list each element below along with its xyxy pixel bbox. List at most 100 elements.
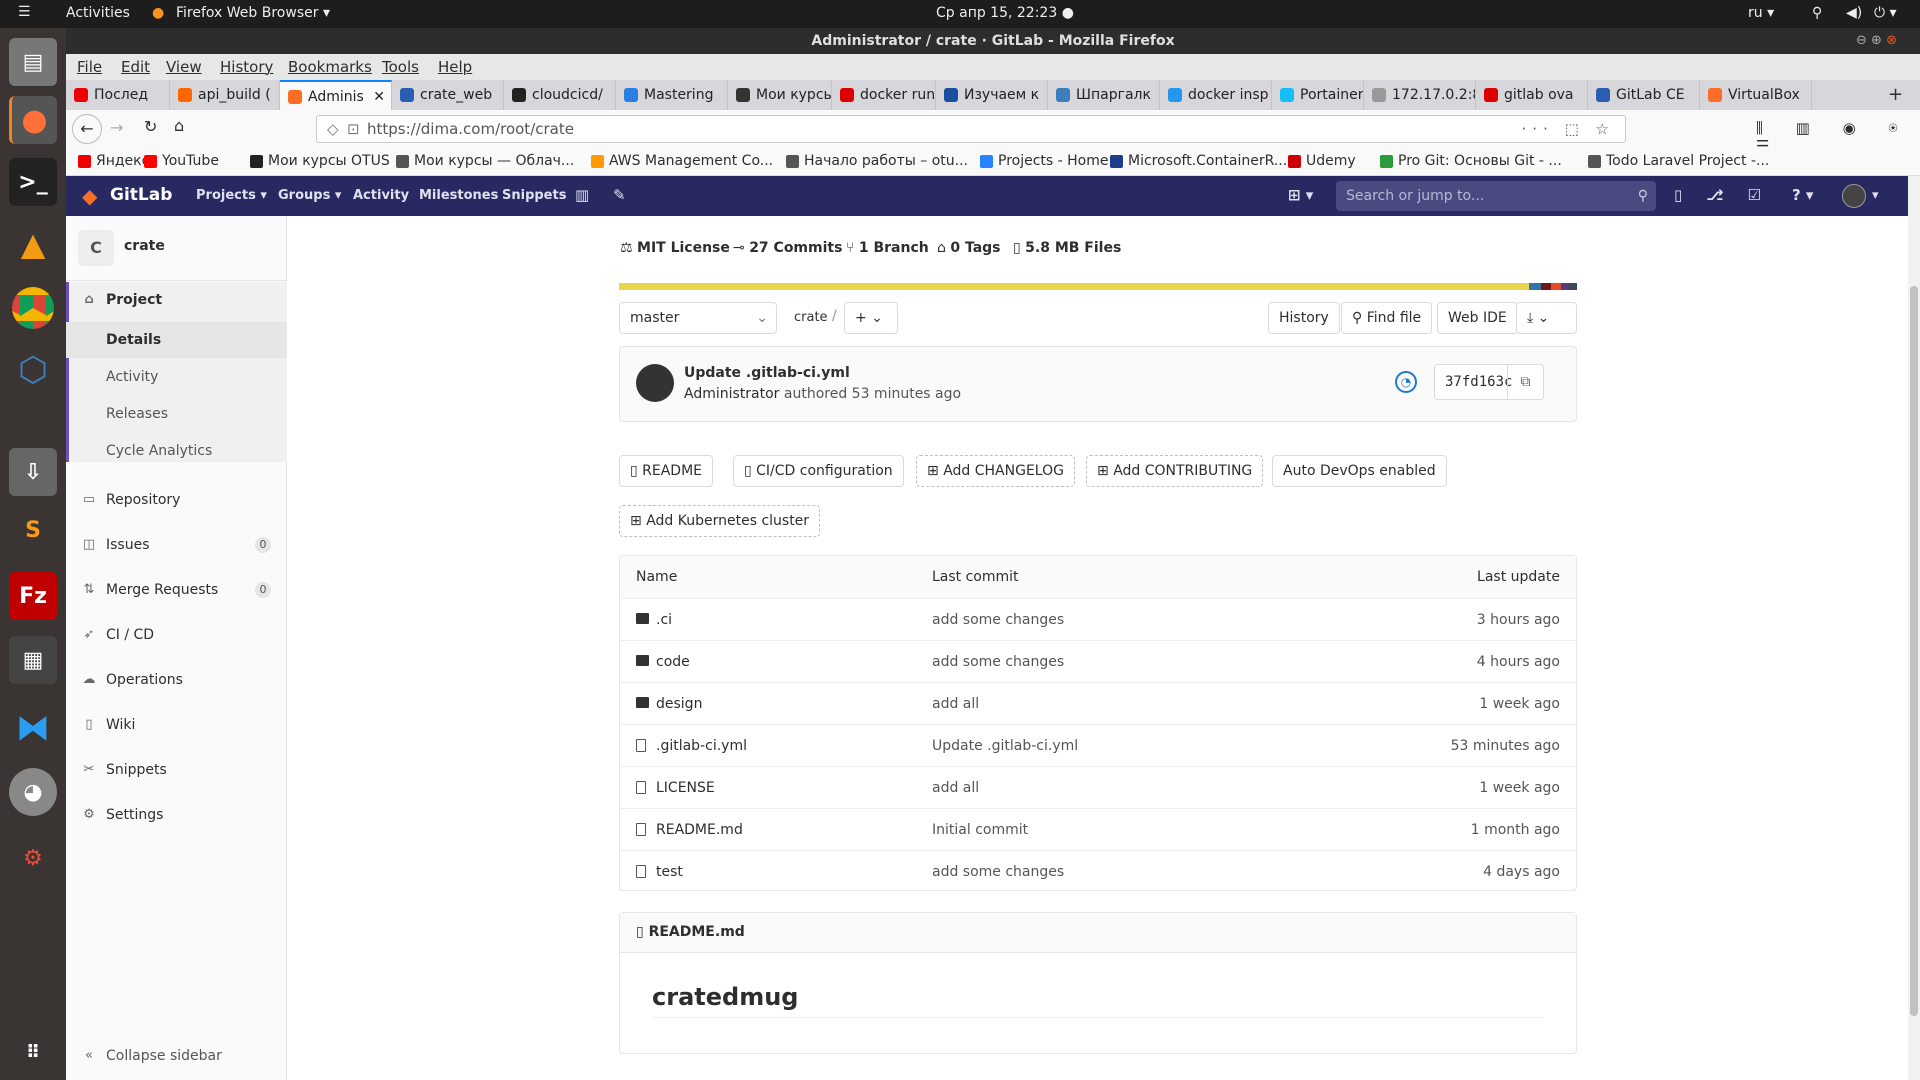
search-input[interactable]: Search or jump to... ⚲ [1336,181,1656,211]
scrollbar-thumb[interactable] [1910,286,1918,1016]
admin-wrench-icon[interactable]: ✎ [613,186,626,204]
commit-message-link[interactable]: add some changes [932,641,1064,683]
avatar[interactable] [1842,184,1866,208]
bookmark-item[interactable]: AWS Management Co... [591,153,773,169]
table-row[interactable]: .ci add some changes 3 hours ago [620,598,1576,640]
project-name[interactable]: crate [124,238,165,254]
add-changelog-button[interactable]: ⊞ Add CHANGELOG [916,455,1075,487]
table-row[interactable]: .gitlab-ci.yml Update .gitlab-ci.yml 53 mi… [620,724,1576,766]
gitlab-logo-text[interactable]: GitLab [110,185,172,205]
bookmark-item[interactable]: Мои курсы OTUS [250,153,390,169]
commit-sha[interactable]: 37fd163c ⧉ [1434,364,1544,400]
window-controls[interactable]: ⊖ ⊕ ⊗ [1856,33,1897,48]
activities-button[interactable]: Activities [66,5,130,21]
collapse-sidebar-button[interactable]: «Collapse sidebar [66,1038,287,1074]
browser-tab[interactable]: Изучаем к [936,80,1048,110]
system-menu-icon[interactable]: ☰ [18,4,31,20]
insecure-lock-icon[interactable]: ⊡ [347,116,360,142]
browser-tab[interactable]: 172.17.0.2:80 [1364,80,1476,110]
browser-tab[interactable]: GitLab CE [1588,80,1700,110]
lang-segment[interactable] [619,283,1529,290]
table-row[interactable]: code add some changes 4 hours ago [620,640,1576,682]
commit-author-link[interactable]: Administrator [684,386,779,402]
browser-tab[interactable]: Шпаргалк [1048,80,1160,110]
sidebar-item-issues[interactable]: ◫ Issues 0 [66,527,287,563]
browser-tab[interactable]: VirtualBox [1700,80,1812,110]
browser-tab[interactable]: docker insp [1160,80,1272,110]
repository-language-bar[interactable] [619,283,1577,290]
file-name-link[interactable]: .gitlab-ci.yml [656,725,747,767]
add-contributing-button[interactable]: ⊞ Add CONTRIBUTING [1086,455,1264,487]
gimp-icon[interactable]: ◕ [9,768,57,816]
settings-tools-icon[interactable]: ⚙ [9,834,57,882]
browser-tab[interactable]: gitlab ova [1476,80,1588,110]
lang-segment[interactable] [1561,283,1569,290]
sidebar-item-wiki[interactable]: ▯ Wiki [66,707,287,743]
web-ide-button[interactable]: Web IDE [1437,302,1518,334]
sidebar-sub-releases[interactable]: Releases [66,396,287,432]
network-icon[interactable]: ⚲ [1812,5,1822,21]
virtualbox-icon[interactable]: ⬡ [9,346,57,394]
sidebar-sub-cycle-analytics[interactable]: Cycle Analytics [66,433,287,469]
commit-message-link[interactable]: add all [932,683,979,725]
lang-segment[interactable] [1569,283,1577,290]
url-bar[interactable]: ◇ ⊡ https://dima.com/root/crate ··· ⬚ ☆ [316,115,1626,143]
header-action-icons[interactable]: ▯⎇☑ [1674,186,1785,204]
sidebar-item-merge-requests[interactable]: ⇅ Merge Requests 0 [66,572,287,608]
commit-message-link[interactable]: add some changes [932,851,1064,893]
auto-devops-button[interactable]: Auto DevOps enabled [1272,455,1447,487]
commit-message-link[interactable]: Initial commit [932,809,1028,851]
lang-segment[interactable] [1529,283,1541,290]
browser-tab[interactable]: api_build ( [170,80,280,110]
chrome-icon[interactable] [9,284,57,332]
terminal-icon[interactable]: >_ [9,158,57,206]
author-avatar[interactable] [636,364,674,402]
menu-view[interactable]: View [166,58,202,76]
history-button[interactable]: History [1268,302,1340,334]
sidebar-item-ci-cd[interactable]: ➶ CI / CD [66,617,287,653]
sidebar-sub-activity[interactable]: Activity [66,359,287,395]
forward-button[interactable]: → [110,118,123,137]
sidebar-item-snippets[interactable]: ✂ Snippets [66,752,287,788]
bookmark-item[interactable]: Начало работы – otu... [786,153,968,169]
menu-help[interactable]: Help [438,58,472,76]
menu-file[interactable]: File [77,58,102,76]
tags-link[interactable]: ⌂ 0 Tags [937,240,1001,256]
files-cabinet-icon[interactable]: ▤ [9,38,57,86]
browser-tab[interactable]: Adminis ✕ [280,80,392,110]
menu-tools[interactable]: Tools [382,58,419,76]
browser-tab[interactable]: Mastering [616,80,728,110]
add-file-dropdown[interactable]: + ⌄ [844,302,898,334]
lang-segment[interactable] [1551,283,1561,290]
clock[interactable]: Ср апр 15, 22:23 ● [936,5,1074,21]
branch-selector[interactable]: master ⌄ [619,302,777,334]
files-size-link[interactable]: ▯ 5.8 MB Files [1013,240,1121,256]
video-editor-icon[interactable]: ▦ [9,636,57,684]
table-row[interactable]: test add some changes 4 days ago [620,850,1576,892]
bookmark-item[interactable]: Udemy [1288,153,1356,169]
browser-tab[interactable]: Portainer [1272,80,1364,110]
app-menu[interactable]: Firefox Web Browser ▾ [176,5,330,21]
bookmark-item[interactable]: Pro Git: Основы Git - ... [1380,153,1562,169]
copy-icon[interactable]: ⧉ [1507,365,1543,399]
bookmark-item[interactable]: Todo Laravel Project -... [1588,153,1769,169]
commit-message-link[interactable]: add all [932,767,979,809]
url-text[interactable]: https://dima.com/root/crate [367,120,574,138]
download-dropdown[interactable]: ⤓ ⌄ [1516,302,1577,334]
project-avatar[interactable]: C [78,230,114,266]
vscode-icon[interactable]: ⧓ [9,704,57,752]
add-kubernetes-cluster-button[interactable]: ⊞ Add Kubernetes cluster [619,505,821,537]
new-item-icon[interactable]: ⊞ ▾ [1288,186,1313,204]
readme-button[interactable]: ▯ README [619,455,714,487]
file-name-link[interactable]: LICENSE [656,767,715,809]
table-row[interactable]: design add all 1 week ago [620,682,1576,724]
file-name-link[interactable]: test [656,851,683,893]
commit-message-link[interactable]: Update .gitlab-ci.yml [932,725,1078,767]
chart-icon[interactable]: ▥ [575,186,589,204]
reload-button[interactable]: ↻ [144,117,157,136]
power-icon[interactable]: ⏻ ▾ [1874,5,1897,21]
commit-message-link[interactable]: add some changes [932,599,1064,641]
table-row[interactable]: LICENSE add all 1 week ago [620,766,1576,808]
installer-icon[interactable]: ⇩ [9,448,57,496]
help-icon[interactable]: ? ▾ [1792,186,1813,204]
